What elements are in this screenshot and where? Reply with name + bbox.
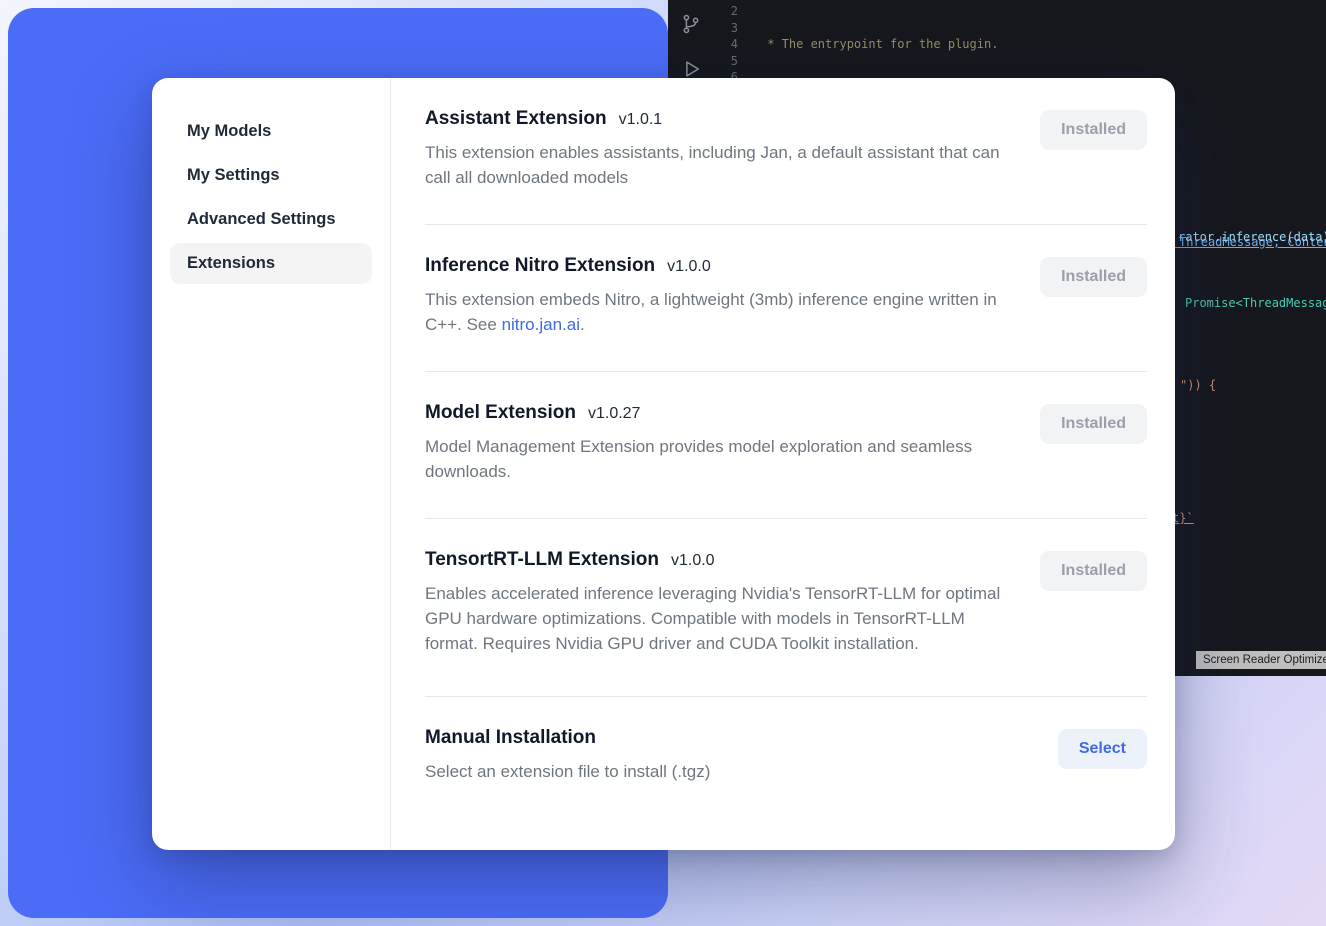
desktop-background: 2 3 4 5 6 * The entrypoint for the plugi…: [0, 0, 1326, 926]
extensions-panel: Assistant Extension v1.0.1 This extensio…: [391, 78, 1175, 850]
extension-version: v1.0.27: [588, 405, 640, 423]
code-fragment: ")) {: [1180, 378, 1216, 392]
screen-reader-badge[interactable]: Screen Reader Optimize: [1196, 651, 1326, 669]
line-number: 4: [712, 36, 738, 53]
extension-name: Inference Nitro Extension: [425, 255, 655, 277]
extension-description: This extension enables assistants, inclu…: [425, 140, 1007, 190]
model-installed-button[interactable]: Installed: [1040, 404, 1147, 444]
code-fragment: rator.inference(data));: [1178, 230, 1326, 244]
extension-version: v1.0.0: [667, 258, 711, 276]
nav-item-advanced-settings[interactable]: Advanced Settings: [170, 199, 372, 240]
tensorrt-installed-button[interactable]: Installed: [1040, 551, 1147, 591]
extension-version: v1.0.0: [671, 552, 715, 570]
line-number: 5: [712, 53, 738, 70]
nav-item-my-settings[interactable]: My Settings: [170, 155, 372, 196]
editor-activity-bar: [668, 0, 714, 86]
code-fragment: t}`: [1172, 511, 1194, 525]
extension-row-nitro: Inference Nitro Extension v1.0.0 This ex…: [425, 225, 1147, 372]
extension-row-tensorrt: TensortRT-LLM Extension v1.0.0 Enables a…: [425, 519, 1147, 697]
settings-sidebar: My Models My Settings Advanced Settings …: [152, 78, 391, 850]
line-number: 3: [712, 20, 738, 37]
extension-description: This extension embeds Nitro, a lightweig…: [425, 287, 1007, 337]
extension-description: Enables accelerated inference leveraging…: [425, 581, 1007, 656]
source-control-icon[interactable]: [680, 12, 702, 41]
manual-installation-description: Select an extension file to install (.tg…: [425, 759, 710, 784]
nitro-installed-button[interactable]: Installed: [1040, 257, 1147, 297]
code-line-comment: * The entrypoint for the plugin.: [760, 36, 1326, 53]
extension-row-assistant: Assistant Extension v1.0.1 This extensio…: [425, 78, 1147, 225]
line-number: 2: [712, 3, 738, 20]
nitro-jan-ai-link[interactable]: nitro.jan.ai: [502, 315, 580, 334]
extension-name: Model Extension: [425, 402, 576, 424]
manual-select-button[interactable]: Select: [1058, 729, 1147, 769]
manual-installation-title: Manual Installation: [425, 727, 596, 749]
assistant-installed-button[interactable]: Installed: [1040, 110, 1147, 150]
nav-item-my-models[interactable]: My Models: [170, 111, 372, 152]
description-text: .: [580, 315, 585, 334]
editor-line-numbers: 2 3 4 5 6: [712, 3, 738, 86]
manual-installation-row: Manual Installation Select an extension …: [425, 697, 1147, 808]
code-fragment: Promise<ThreadMessage>: [1185, 296, 1326, 310]
extension-name: Assistant Extension: [425, 108, 607, 130]
extension-name: TensortRT-LLM Extension: [425, 549, 659, 571]
settings-modal: My Models My Settings Advanced Settings …: [152, 78, 1175, 850]
extension-description: Model Management Extension provides mode…: [425, 434, 1007, 484]
nav-item-extensions[interactable]: Extensions: [170, 243, 372, 284]
extension-version: v1.0.1: [619, 111, 663, 129]
extension-row-model: Model Extension v1.0.27 Model Management…: [425, 372, 1147, 519]
